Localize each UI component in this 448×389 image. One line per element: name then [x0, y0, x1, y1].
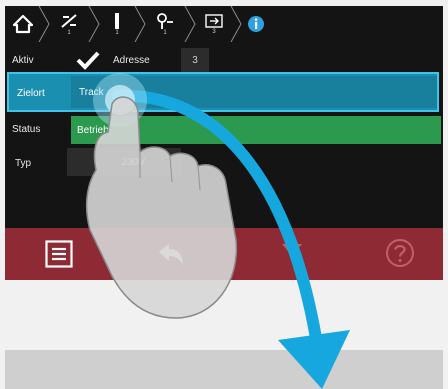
breadcrumb-num: 1: [115, 29, 119, 36]
adresse-label: Adresse: [113, 55, 150, 66]
breadcrumb: 1 1 1 3: [5, 6, 443, 42]
breadcrumb-fader[interactable]: 1: [53, 6, 85, 42]
status-field[interactable]: Betrieb: [71, 116, 441, 144]
menu-list-icon[interactable]: [45, 240, 73, 268]
checkmark-icon[interactable]: [75, 50, 101, 70]
zielort-field[interactable]: Track: [71, 76, 437, 108]
status-label: Status: [12, 124, 41, 135]
breadcrumb-num: 1: [163, 29, 167, 36]
info-icon: [248, 16, 264, 32]
export-icon: [205, 13, 223, 28]
home-icon: [13, 14, 33, 34]
aktiv-label: Aktiv: [12, 55, 34, 66]
back-icon[interactable]: [155, 240, 189, 270]
zielort-label: Zielort: [17, 88, 45, 99]
breadcrumb-num: 3: [212, 28, 216, 35]
breadcrumb-info[interactable]: [245, 6, 267, 42]
zielort-row[interactable]: Zielort Track: [7, 72, 439, 112]
help-icon[interactable]: [385, 238, 415, 268]
typ-field[interactable]: 230V: [67, 148, 181, 176]
fader-icon: [61, 13, 77, 28]
breadcrumb-home[interactable]: [9, 6, 37, 42]
breadcrumb-num: 1: [67, 29, 71, 36]
bottom-bar: [5, 228, 443, 280]
breadcrumb-signal[interactable]: 1: [149, 6, 181, 42]
zielort-value: Track: [79, 86, 104, 98]
breadcrumb-bar[interactable]: 1: [103, 6, 131, 42]
status-value: Betrieb: [77, 124, 109, 136]
device-screen: 1 1 1 3 Aktiv Adresse 3 Zielort Track St…: [5, 6, 443, 280]
lower-panel: [5, 350, 443, 389]
bar-icon: [115, 12, 119, 29]
adresse-value: 3: [192, 54, 198, 66]
signal-icon: [157, 12, 173, 29]
breadcrumb-export[interactable]: 3: [199, 6, 229, 42]
typ-label: Typ: [15, 158, 32, 169]
down-arrow-icon[interactable]: [281, 242, 303, 258]
adresse-field[interactable]: 3: [181, 48, 209, 72]
typ-value: 230V: [121, 156, 145, 168]
